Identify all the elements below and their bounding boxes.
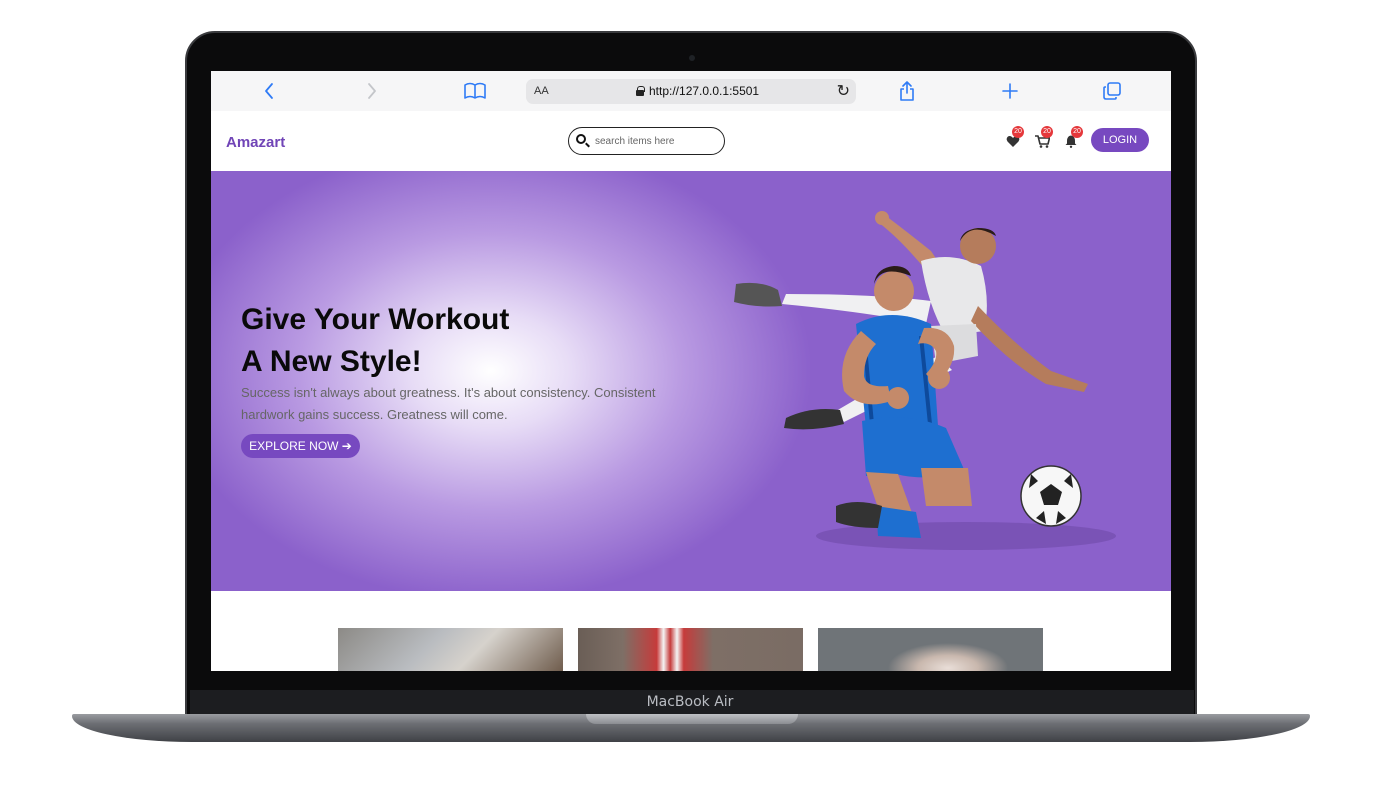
tabs-icon[interactable] bbox=[1098, 77, 1126, 105]
back-icon[interactable] bbox=[255, 77, 283, 105]
hero-subtitle: Success isn't always about greatness. It… bbox=[241, 385, 656, 422]
hero-banner: Give Your Workout A New Style! Success i… bbox=[211, 171, 1171, 591]
url-text: http://127.0.0.1:5501 bbox=[649, 84, 760, 98]
cart-badge: 20 bbox=[1041, 126, 1053, 138]
share-icon[interactable] bbox=[893, 77, 921, 105]
product-card-1[interactable] bbox=[338, 628, 563, 671]
soccer-ball bbox=[1020, 465, 1082, 527]
search-icon bbox=[576, 134, 586, 144]
lock-icon bbox=[636, 86, 645, 96]
login-button[interactable]: LOGIN bbox=[1091, 128, 1149, 152]
browser-toolbar: AA http://127.0.0.1:5501 ↻ bbox=[211, 71, 1171, 111]
cart-button[interactable]: 20 bbox=[1033, 126, 1055, 153]
screen: AA http://127.0.0.1:5501 ↻ Amazart searc… bbox=[211, 71, 1171, 671]
product-card-2[interactable] bbox=[578, 628, 803, 671]
bookmarks-icon[interactable] bbox=[461, 77, 489, 105]
site-header: Amazart 20 20 20 LOGIN bbox=[211, 111, 1171, 171]
hero-title: Give Your Workout A New Style! bbox=[241, 299, 509, 383]
address-bar[interactable]: AA http://127.0.0.1:5501 ↻ bbox=[526, 79, 856, 104]
wishlist-badge: 20 bbox=[1012, 126, 1024, 138]
reload-icon[interactable]: ↻ bbox=[837, 81, 850, 101]
search-input[interactable] bbox=[595, 133, 715, 149]
wishlist-button[interactable]: 20 bbox=[1004, 126, 1026, 153]
notifications-button[interactable]: 20 bbox=[1063, 126, 1085, 153]
search-box[interactable] bbox=[568, 127, 725, 155]
hero-title-line-2: A New Style! bbox=[241, 345, 422, 378]
product-card-3[interactable] bbox=[818, 628, 1043, 671]
hero-title-line-1: Give Your Workout bbox=[241, 303, 510, 336]
new-tab-icon[interactable] bbox=[996, 77, 1024, 105]
explore-now-button[interactable]: EXPLORE NOW ➔ bbox=[241, 434, 360, 458]
laptop-notch bbox=[586, 714, 798, 724]
laptop-mockup: AA http://127.0.0.1:5501 ↻ Amazart searc… bbox=[0, 0, 1399, 785]
forward-icon[interactable] bbox=[358, 77, 386, 105]
camera bbox=[689, 55, 695, 61]
text-size-button[interactable]: AA bbox=[534, 85, 549, 97]
notifications-badge: 20 bbox=[1071, 126, 1083, 138]
brand-logo[interactable]: Amazart bbox=[226, 134, 285, 151]
model-label: MacBook Air bbox=[646, 694, 734, 710]
footballers-image bbox=[734, 211, 1116, 550]
